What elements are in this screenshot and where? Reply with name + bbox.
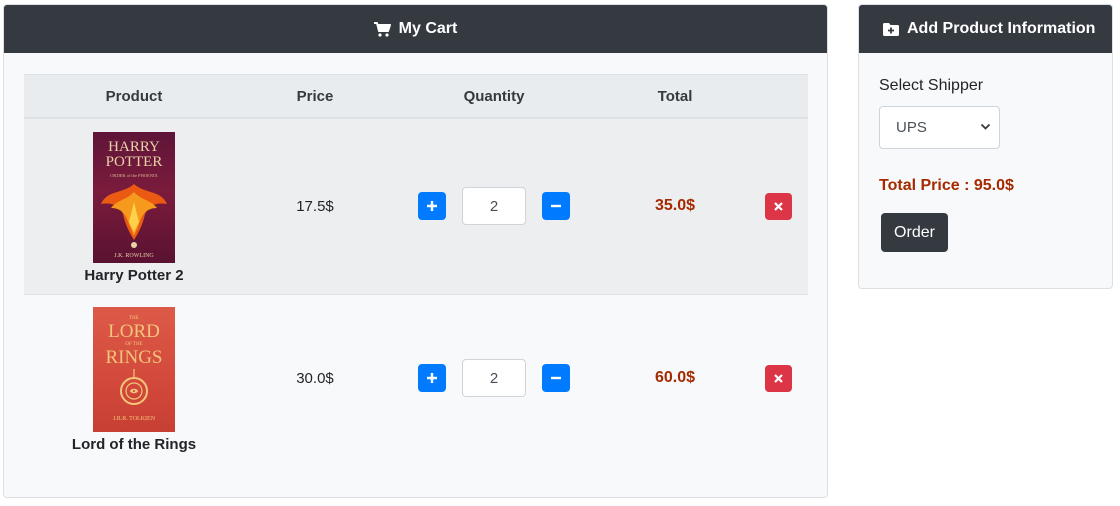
quantity-input[interactable] [462, 359, 526, 398]
product-cell: THE LORD OF THE RINGS J.R.R. TOLKIEN Lor… [24, 303, 244, 453]
remove-item-button[interactable] [764, 192, 792, 220]
total-price: Total Price : 95.0$ [879, 177, 1014, 194]
shipper-label: Select Shipper [879, 77, 984, 94]
increase-quantity-button[interactable] [418, 364, 446, 393]
product-cell: HARRY POTTER ORDER of the PHOENIX J.K. R… [24, 128, 244, 284]
product-price: 30.0$ [296, 369, 334, 387]
svg-text:HARRY: HARRY [108, 139, 160, 155]
table-row: THE LORD OF THE RINGS J.R.R. TOLKIEN Lor… [24, 294, 808, 462]
column-quantity: Quantity [386, 74, 602, 119]
column-price: Price [244, 74, 386, 119]
cart-table-header: Product Price Quantity Total [24, 74, 808, 119]
column-product: Product [24, 74, 244, 119]
product-price: 17.5$ [296, 197, 334, 215]
plus-icon [427, 201, 437, 212]
minus-icon [551, 205, 561, 208]
decrease-quantity-button[interactable] [542, 192, 570, 221]
minus-icon [551, 377, 561, 380]
column-actions [748, 74, 808, 119]
harry-potter-cover-image: HARRY POTTER ORDER of the PHOENIX J.K. R… [93, 132, 175, 264]
product-info-header: Add Product Information [859, 5, 1112, 53]
table-row: HARRY POTTER ORDER of the PHOENIX J.K. R… [24, 118, 808, 294]
svg-text:ORDER of the PHOENIX: ORDER of the PHOENIX [110, 173, 158, 178]
cart-table: Product Price Quantity Total HARRY POTTE… [24, 74, 808, 462]
svg-text:J.K. ROWLING: J.K. ROWLING [114, 253, 154, 259]
quantity-stepper [386, 359, 602, 398]
shipper-selected-value: UPS [896, 119, 927, 136]
quantity-stepper [386, 187, 602, 226]
close-icon [773, 373, 783, 383]
svg-text:RINGS: RINGS [105, 347, 162, 368]
cart-title: My Cart [398, 20, 458, 37]
remove-item-button[interactable] [764, 364, 792, 392]
quantity-input[interactable] [462, 187, 526, 226]
order-button[interactable]: Order [881, 213, 948, 252]
product-name: Harry Potter 2 [84, 267, 184, 285]
product-info-card: Add Product Information Select Shipper U… [858, 4, 1113, 289]
close-icon [773, 201, 783, 211]
shopping-cart-icon [373, 21, 391, 37]
shipper-select[interactable]: UPS [879, 106, 1000, 149]
lord-of-the-rings-cover-image: THE LORD OF THE RINGS J.R.R. TOLKIEN [93, 307, 175, 433]
line-total: 60.0$ [654, 369, 696, 387]
chevron-down-icon [980, 123, 991, 130]
line-total: 35.0$ [654, 197, 696, 215]
svg-text:POTTER: POTTER [106, 154, 163, 170]
folder-plus-icon [883, 22, 899, 36]
cart-header: My Cart [4, 5, 827, 53]
svg-text:J.R.R. TOLKIEN: J.R.R. TOLKIEN [113, 416, 156, 422]
column-total: Total [602, 74, 748, 119]
product-name: Lord of the Rings [71, 436, 197, 454]
product-info-title: Add Product Information [907, 20, 1096, 37]
plus-icon [427, 373, 437, 384]
cart-card: My Cart Product Price Quantity Total HAR… [3, 4, 828, 498]
increase-quantity-button[interactable] [418, 192, 446, 221]
svg-text:LORD: LORD [108, 321, 160, 342]
decrease-quantity-button[interactable] [542, 364, 570, 393]
